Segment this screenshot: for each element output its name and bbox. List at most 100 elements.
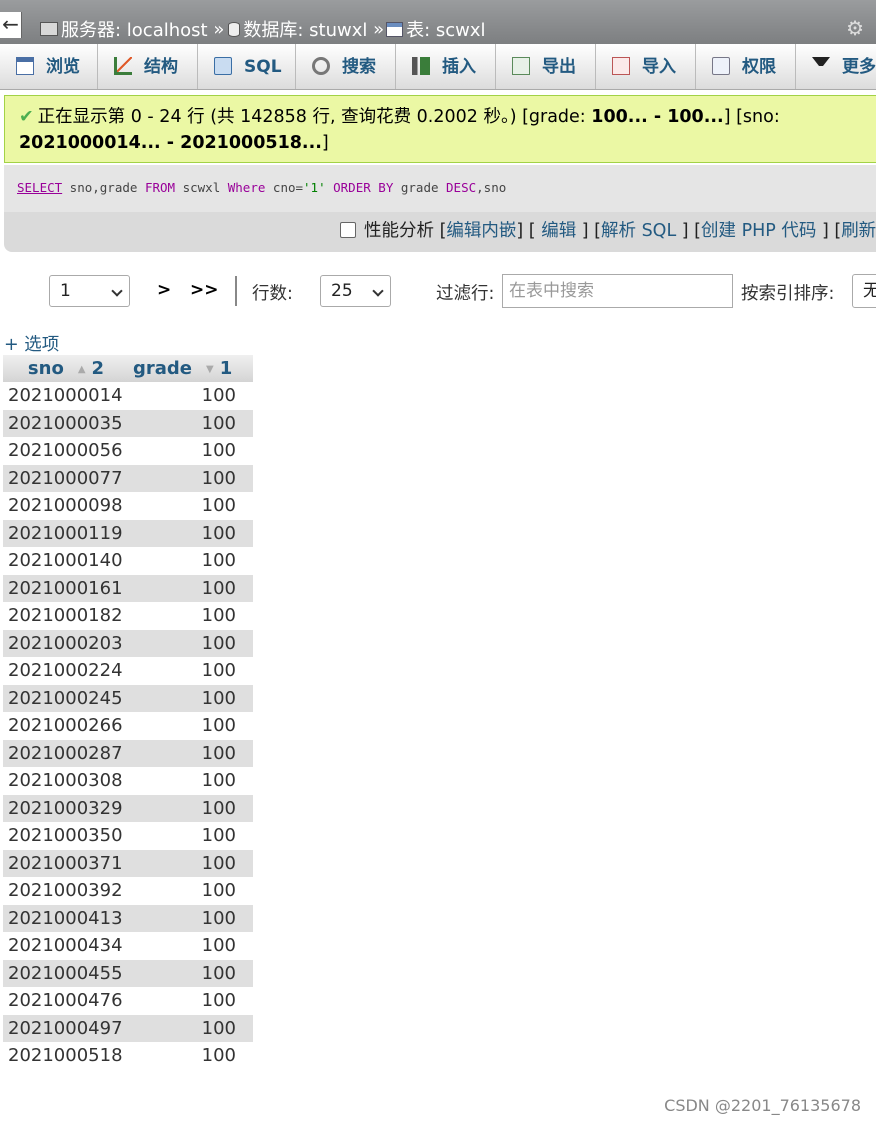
tab-privileges[interactable]: 权限 [696, 44, 796, 89]
cell-grade: 100 [129, 822, 253, 850]
cell-sno: 2021000350 [3, 822, 129, 850]
column-name: sno [27, 358, 64, 379]
tab-sql[interactable]: SQL [198, 44, 296, 89]
table-row[interactable]: 2021000455 100 [3, 959, 253, 987]
notice-text: ] [321, 133, 329, 153]
table-row[interactable]: 2021000014 100 [3, 382, 253, 410]
navigation-row: 1 > >> 行数: 25 过滤行: 在表中搜索 按索引排序: 无 [0, 272, 876, 312]
table-row[interactable]: 2021000476 100 [3, 987, 253, 1015]
sql-keyword: Where [227, 180, 266, 195]
gear-icon[interactable]: ⚙ [846, 16, 864, 40]
cell-grade: 100 [129, 739, 253, 767]
column-header-sno[interactable]: sno ▲ 2 [3, 355, 129, 382]
sql-keyword[interactable]: SELECT [17, 180, 62, 195]
breadcrumb: 服务器: localhost » 数据库: stuwxl » 表: scwxl [40, 16, 486, 42]
sort-order-number: 2 [91, 358, 105, 379]
page-select-value: 1 [60, 281, 71, 301]
tab-structure[interactable]: 结构 [98, 44, 198, 89]
results-table: sno ▲ 2 grade ▼ 1 2021000014 100 2021000035 100… [3, 355, 253, 1070]
table-row[interactable]: 2021000329 100 [3, 794, 253, 822]
table-row[interactable]: 2021000287 100 [3, 739, 253, 767]
cell-grade: 100 [129, 464, 253, 492]
sql-keyword: ORDER BY [325, 180, 394, 195]
breadcrumb-server[interactable]: 服务器: localhost [61, 16, 208, 42]
page-select[interactable]: 1 [49, 275, 130, 307]
table-row[interactable]: 2021000056 100 [3, 437, 253, 465]
sort-by-index-select[interactable]: 无 [852, 274, 876, 308]
check-icon: ✔ [19, 107, 34, 127]
cell-sno: 2021000161 [3, 574, 129, 602]
table-row[interactable]: 2021000245 100 [3, 684, 253, 712]
refresh-link[interactable]: 刷新 [841, 221, 876, 241]
breadcrumb-table[interactable]: 表: scwxl [406, 16, 485, 42]
chevron-down-icon [111, 285, 123, 297]
options-link[interactable]: + 选项 [4, 331, 59, 356]
cell-sno: 2021000224 [3, 657, 129, 685]
sort-select-value: 无 [863, 281, 876, 301]
table-row[interactable]: 2021000182 100 [3, 602, 253, 630]
explain-sql-link[interactable]: 解析 SQL [601, 221, 676, 241]
sql-text: grade [393, 180, 447, 195]
table-row[interactable]: 2021000371 100 [3, 849, 253, 877]
tab-search[interactable]: 搜索 [296, 44, 396, 89]
create-php-link[interactable]: 创建 PHP 代码 [701, 221, 816, 241]
sql-string: '1' [303, 180, 326, 195]
cell-grade: 100 [129, 877, 253, 905]
breadcrumb-database[interactable]: 数据库: stuwxl [243, 16, 367, 42]
table-row[interactable]: 2021000224 100 [3, 657, 253, 685]
cell-sno: 2021000434 [3, 932, 129, 960]
table-icon [386, 21, 404, 37]
cell-grade: 100 [129, 932, 253, 960]
profiling-checkbox[interactable] [340, 221, 356, 238]
table-row[interactable]: 2021000350 100 [3, 822, 253, 850]
table-row[interactable]: 2021000266 100 [3, 712, 253, 740]
filter-input[interactable]: 在表中搜索 [502, 274, 733, 308]
cell-grade: 100 [129, 602, 253, 630]
last-page-button[interactable]: >> [190, 280, 219, 300]
table-row[interactable]: 2021000035 100 [3, 409, 253, 437]
edit-inline-link[interactable]: 编辑内嵌 [446, 221, 516, 241]
filter-label: 过滤行: [436, 284, 495, 304]
tab-browse[interactable]: 浏览 [0, 44, 98, 89]
tab-export[interactable]: 导出 [496, 44, 596, 89]
tab-bar: 浏览 结构 SQL 搜索 插入 导出 导入 权限 更多 [0, 44, 876, 90]
structure-icon [114, 56, 132, 75]
table-header-row: sno ▲ 2 grade ▼ 1 [3, 355, 253, 382]
next-page-button[interactable]: > [157, 280, 171, 300]
table-row[interactable]: 2021000119 100 [3, 519, 253, 547]
bracket: ] [ [516, 221, 536, 241]
tab-insert[interactable]: 插入 [396, 44, 496, 89]
table-row[interactable]: 2021000392 100 [3, 877, 253, 905]
sql-text: scwxl [175, 180, 228, 195]
table-row[interactable]: 2021000413 100 [3, 904, 253, 932]
cell-sno: 2021000245 [3, 684, 129, 712]
edit-link[interactable]: 编辑 [541, 221, 576, 241]
table-row[interactable]: 2021000518 100 [3, 1042, 253, 1070]
table-row[interactable]: 2021000098 100 [3, 492, 253, 520]
cell-sno: 2021000098 [3, 492, 129, 520]
table-row[interactable]: 2021000434 100 [3, 932, 253, 960]
table-row[interactable]: 2021000308 100 [3, 767, 253, 795]
sql-text: ,sno [476, 180, 507, 195]
export-icon [512, 56, 530, 75]
tab-more[interactable]: 更多 [796, 44, 876, 89]
table-row[interactable]: 2021000077 100 [3, 464, 253, 492]
cell-grade: 100 [129, 492, 253, 520]
table-row[interactable]: 2021000161 100 [3, 574, 253, 602]
column-header-grade[interactable]: grade ▼ 1 [129, 355, 253, 382]
table-row[interactable]: 2021000497 100 [3, 1014, 253, 1042]
back-arrow-icon[interactable]: ← [0, 12, 22, 38]
tab-import[interactable]: 导入 [596, 44, 696, 89]
cell-sno: 2021000056 [3, 437, 129, 465]
table-row[interactable]: 2021000203 100 [3, 629, 253, 657]
tab-label: 更多 [842, 57, 876, 77]
cell-grade: 100 [129, 987, 253, 1015]
sort-ascending-icon: ▲ [77, 363, 86, 375]
profiling-label: 性能分析 [364, 221, 434, 241]
rows-select[interactable]: 25 [320, 275, 391, 307]
watermark: CSDN @2201_76135678 [664, 1096, 861, 1115]
server-icon [40, 22, 58, 36]
table-row[interactable]: 2021000140 100 [3, 547, 253, 575]
search-icon [312, 56, 330, 75]
tab-label: 浏览 [46, 57, 80, 77]
